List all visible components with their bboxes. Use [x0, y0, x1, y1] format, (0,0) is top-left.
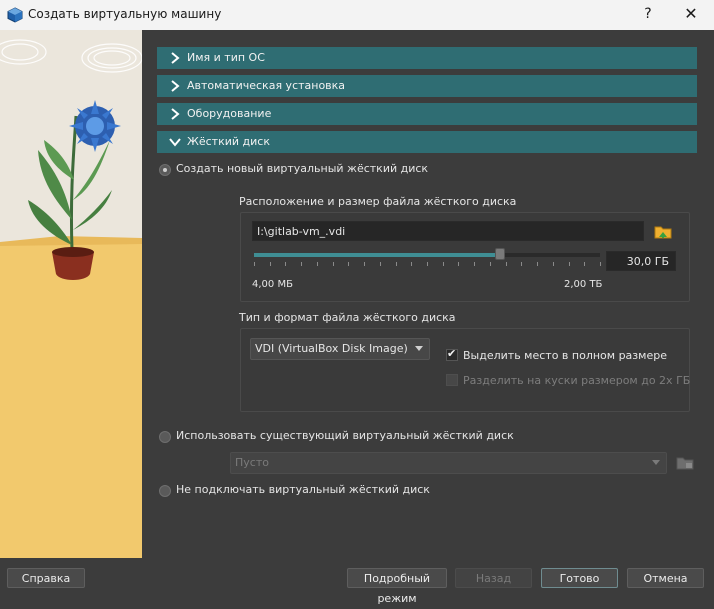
- existing-disk-value: Пусто: [235, 456, 269, 469]
- folder-open-icon[interactable]: [654, 223, 672, 239]
- slider-tick: [317, 262, 318, 266]
- finish-button[interactable]: Готово: [541, 568, 618, 588]
- section-hardware[interactable]: Оборудование: [157, 103, 697, 125]
- slider-tick: [474, 262, 475, 266]
- chevron-down-icon: [415, 346, 423, 351]
- slider-tick: [553, 262, 554, 266]
- chevron-down-icon: [652, 460, 660, 465]
- disk-size-slider[interactable]: [254, 253, 600, 257]
- plant-illustration-icon: [0, 30, 142, 558]
- slider-tick: [458, 262, 459, 266]
- disk-size-input[interactable]: [606, 251, 676, 271]
- slider-tick: [600, 262, 601, 266]
- slider-tick: [396, 262, 397, 266]
- section-name-os[interactable]: Имя и тип ОС: [157, 47, 697, 69]
- slider-tick: [584, 262, 585, 266]
- create-new-disk-radio[interactable]: [159, 164, 171, 176]
- disk-path-input[interactable]: [252, 221, 644, 241]
- slider-tick: [380, 262, 381, 266]
- type-format-label: Тип и формат файла жёсткого диска: [239, 311, 456, 324]
- slider-tick: [364, 262, 365, 266]
- expert-mode-button[interactable]: Подробный режим: [347, 568, 447, 605]
- section-hard-disk[interactable]: Жёсткий диск: [157, 131, 697, 153]
- disk-selector-icon[interactable]: [676, 454, 694, 470]
- slider-tick: [333, 262, 334, 266]
- cancel-button[interactable]: Отмена: [627, 568, 704, 588]
- slider-tick: [490, 262, 491, 266]
- create-new-disk-label[interactable]: Создать новый виртуальный жёсткий диск: [176, 162, 428, 175]
- slider-tick: [411, 262, 412, 266]
- slider-fill: [254, 253, 500, 257]
- slider-tick: [443, 262, 444, 266]
- title-bar: Создать виртуальную машину ? ✕: [0, 0, 714, 31]
- split-checkbox[interactable]: [446, 374, 458, 386]
- chevron-right-icon: [171, 108, 180, 120]
- disk-format-value: VDI (VirtualBox Disk Image): [255, 342, 408, 355]
- slider-tick: [301, 262, 302, 266]
- existing-disk-combobox[interactable]: Пусто: [230, 452, 667, 474]
- slider-tick: [254, 262, 255, 266]
- wizard-content: Имя и тип ОС Автоматическая установка Об…: [142, 30, 714, 558]
- section-label: Автоматическая установка: [187, 79, 346, 92]
- button-bar: Справка Подробный режим Назад Готово Отм…: [0, 558, 714, 605]
- help-title-button[interactable]: ?: [638, 4, 658, 24]
- use-existing-disk-label[interactable]: Использовать существующий виртуальный жё…: [176, 429, 514, 442]
- section-label: Оборудование: [187, 107, 272, 120]
- slider-tick: [537, 262, 538, 266]
- section-unattended-install[interactable]: Автоматическая установка: [157, 75, 697, 97]
- section-label: Имя и тип ОС: [187, 51, 265, 64]
- preallocate-label[interactable]: Выделить место в полном размере: [463, 349, 667, 362]
- slider-tick: [270, 262, 271, 266]
- virtualbox-icon: [7, 7, 23, 23]
- slider-tick: [506, 262, 507, 266]
- chevron-down-icon: [169, 138, 181, 147]
- min-size-label: 4,00 МБ: [252, 279, 293, 290]
- no-disk-label[interactable]: Не подключать виртуальный жёсткий диск: [176, 483, 430, 496]
- slider-tick: [427, 262, 428, 266]
- section-label: Жёсткий диск: [187, 135, 270, 148]
- slider-tick: [285, 262, 286, 266]
- slider-tick: [521, 262, 522, 266]
- slider-tick: [569, 262, 570, 266]
- close-button[interactable]: ✕: [679, 4, 703, 24]
- max-size-label: 2,00 ТБ: [564, 279, 603, 290]
- help-button[interactable]: Справка: [7, 568, 85, 588]
- no-disk-radio[interactable]: [159, 485, 171, 497]
- use-existing-disk-radio[interactable]: [159, 431, 171, 443]
- back-button[interactable]: Назад: [455, 568, 532, 588]
- split-label: Разделить на куски размером до 2х ГБ: [463, 374, 691, 387]
- disk-format-combobox[interactable]: VDI (VirtualBox Disk Image): [250, 338, 430, 360]
- chevron-right-icon: [171, 52, 180, 64]
- chevron-right-icon: [171, 80, 180, 92]
- slider-handle[interactable]: [495, 248, 505, 260]
- wizard-illustration: [0, 30, 142, 558]
- slider-tick: [348, 262, 349, 266]
- window-title: Создать виртуальную машину: [28, 7, 222, 21]
- location-size-label: Расположение и размер файла жёсткого дис…: [239, 195, 517, 208]
- preallocate-checkbox[interactable]: [446, 347, 458, 361]
